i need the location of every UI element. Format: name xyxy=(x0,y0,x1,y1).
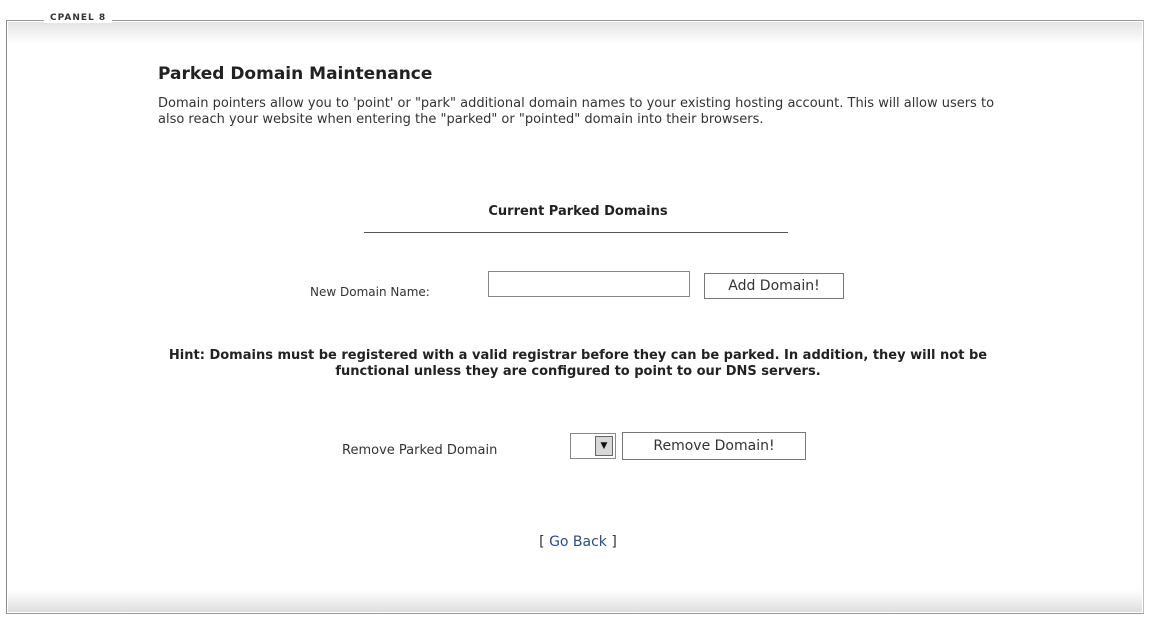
page-description: Domain pointers allow you to 'point' or … xyxy=(158,96,995,127)
add-domain-form: New Domain Name: Add Domain! xyxy=(158,271,998,303)
page-title: Parked Domain Maintenance xyxy=(158,64,433,84)
go-back-close-bracket: ] xyxy=(606,534,617,550)
remove-domain-label: Remove Parked Domain xyxy=(342,443,498,458)
current-domains-heading: Current Parked Domains xyxy=(488,204,668,219)
frame-bottom-shadow xyxy=(8,590,1142,612)
new-domain-input[interactable] xyxy=(488,271,690,297)
brand-label: CPANEL 8 xyxy=(44,13,113,23)
go-back-nav: [ Go Back ] xyxy=(158,534,998,550)
go-back-link[interactable]: Go Back xyxy=(549,534,607,550)
current-domains-list xyxy=(364,232,788,233)
remove-domain-button[interactable]: Remove Domain! xyxy=(622,432,806,460)
remove-domain-form: Remove Parked Domain ▼ Remove Domain! xyxy=(158,429,998,460)
hint-text: Hint: Domains must be registered with a … xyxy=(168,348,988,379)
chevron-down-icon[interactable]: ▼ xyxy=(595,436,613,456)
parked-domain-select[interactable]: ▼ xyxy=(570,433,616,459)
new-domain-label: New Domain Name: xyxy=(310,285,430,299)
frame-top-shadow xyxy=(8,22,1142,44)
add-domain-button[interactable]: Add Domain! xyxy=(704,273,844,299)
go-back-open-bracket: [ xyxy=(539,534,550,550)
